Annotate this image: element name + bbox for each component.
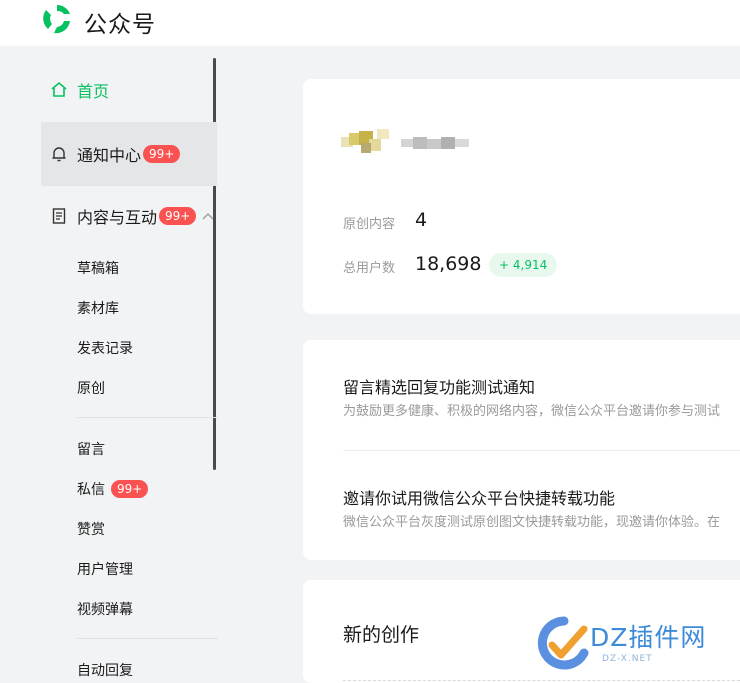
- watermark-subtext: DZ-X.NET: [602, 654, 653, 664]
- bell-icon: [52, 147, 66, 162]
- total-users-value: 18,698: [415, 253, 482, 275]
- account-overview-card: 原创内容 4 总用户数 18,698 + 4,914: [303, 79, 740, 314]
- original-content-value: 4: [415, 209, 428, 231]
- sidebar-sub-item-auto-reply[interactable]: 自动回复: [77, 660, 133, 680]
- content-badge: 99+: [159, 207, 197, 225]
- account-avatar[interactable]: [341, 129, 391, 155]
- document-icon: [52, 208, 66, 224]
- sidebar-item-label: 通知中心: [77, 146, 142, 165]
- chevron-up-icon[interactable]: [202, 212, 214, 220]
- notice-title[interactable]: 邀请你试用微信公众平台快捷转载功能: [343, 485, 615, 509]
- total-users-label: 总用户数: [343, 261, 396, 276]
- sidebar-sub-item-video-danmaku[interactable]: 视频弹幕: [77, 599, 133, 619]
- sidebar-sub-item-original[interactable]: 原创: [77, 378, 105, 398]
- sidebar-sub-item-publish-records[interactable]: 发表记录: [77, 338, 133, 358]
- sidebar-sub-item-user-management[interactable]: 用户管理: [77, 559, 133, 579]
- users-growth-badge: + 4,914: [489, 253, 558, 277]
- sidebar-item-content[interactable]: 内容与互动 99+: [41, 184, 217, 248]
- top-bar: 公众号: [0, 0, 740, 46]
- section-title: 新的创作: [343, 624, 420, 646]
- home-icon: [51, 81, 67, 97]
- sidebar-sub-item-materials[interactable]: 素材库: [77, 298, 119, 318]
- sidebar-sub-item-rewards[interactable]: 赞赏: [77, 519, 105, 539]
- account-name: [401, 137, 469, 149]
- notice-title[interactable]: 留言精选回复功能测试通知: [343, 374, 535, 398]
- watermark-text: DZ插件网: [590, 623, 707, 652]
- sidebar-sub-item-messages[interactable]: 私信 99+: [77, 479, 149, 499]
- sidebar-sub-item-drafts[interactable]: 草稿箱: [77, 258, 119, 278]
- notice-description: 微信公众平台灰度测试原创图文快捷转载功能，现邀请你体验。在: [343, 515, 721, 530]
- original-content-label: 原创内容: [343, 217, 396, 232]
- brand-title[interactable]: 公众号: [84, 5, 156, 39]
- sidebar-item-label: 内容与互动: [77, 208, 158, 227]
- notification-badge: 99+: [143, 145, 181, 163]
- sidebar-item-home[interactable]: 首页: [41, 58, 217, 122]
- sidebar-sub-item-comments[interactable]: 留言: [77, 439, 105, 459]
- notices-card: 留言精选回复功能测试通知 为鼓励更多健康、积极的网络内容，微信公众平台邀请你参与…: [303, 340, 740, 560]
- notice-divider: [343, 450, 740, 451]
- wechat-logo-icon[interactable]: [40, 2, 74, 36]
- notice-description: 为鼓励更多健康、积极的网络内容，微信公众平台邀请你参与测试: [343, 404, 721, 419]
- sidebar-item-label: 私信: [77, 482, 105, 498]
- sidebar-divider: [77, 417, 218, 418]
- messages-badge: 99+: [111, 480, 149, 498]
- sidebar-divider: [77, 638, 218, 639]
- sidebar-item-label: 首页: [77, 82, 110, 101]
- creation-dashed-divider: [343, 680, 740, 681]
- sidebar-item-notifications[interactable]: 通知中心 99+: [41, 122, 217, 186]
